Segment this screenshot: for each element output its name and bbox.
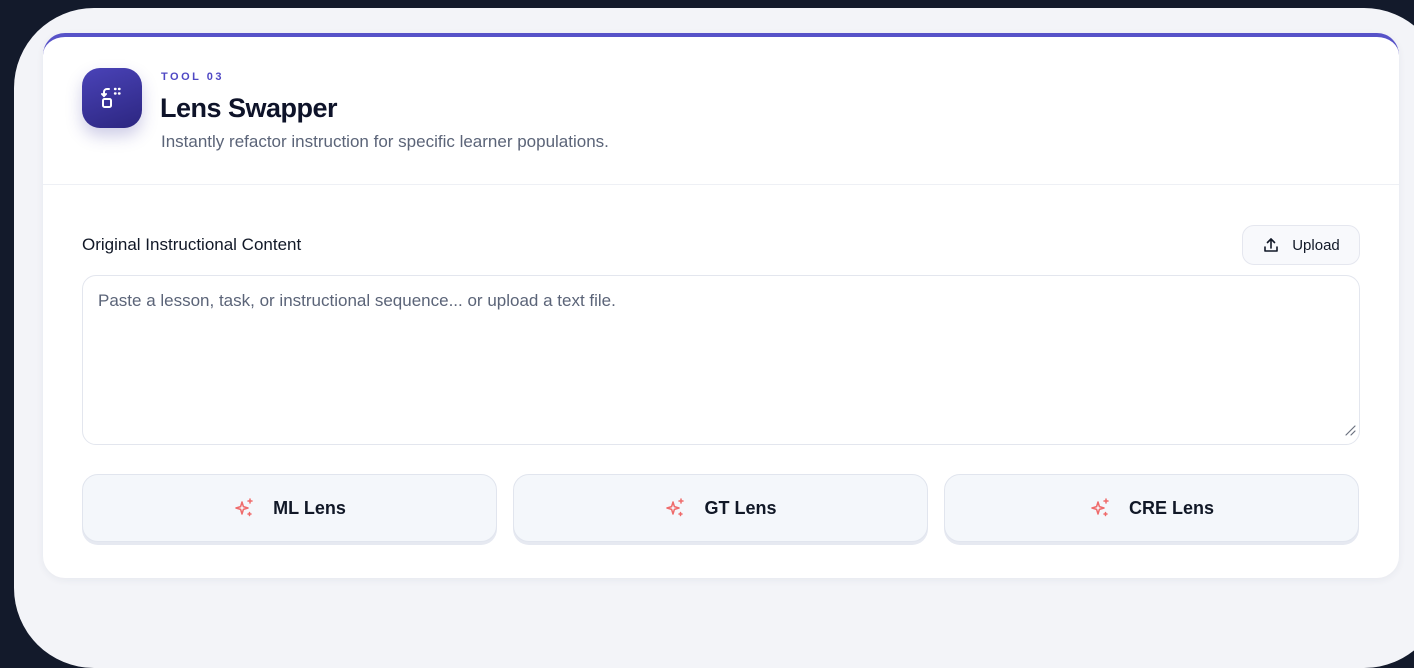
content-field-label: Original Instructional Content [82,235,302,254]
upload-button[interactable]: Upload [1242,225,1360,265]
gt-lens-button[interactable]: GT Lens [513,474,928,542]
lens-button-label: GT Lens [704,497,777,518]
page-subtitle: Instantly refactor instruction for speci… [161,132,609,151]
lens-button-label: ML Lens [273,497,346,518]
content-textarea-wrapper [82,275,1360,445]
page-title: Lens Swapper [160,93,338,123]
lens-swapper-card: TOOL 03 Lens Swapper Instantly refactor … [43,33,1399,578]
cre-lens-button[interactable]: CRE Lens [944,474,1359,542]
content-textarea[interactable] [83,276,1359,444]
upload-button-label: Upload [1292,236,1340,254]
sparkles-icon [1089,497,1111,519]
resize-handle-icon[interactable] [1344,423,1356,441]
sparkles-icon [664,497,686,519]
tool-header: TOOL 03 Lens Swapper Instantly refactor … [43,37,1399,185]
sparkles-icon [233,497,255,519]
ml-lens-button[interactable]: ML Lens [82,474,497,542]
lens-swap-icon [82,68,142,128]
tool-tag: TOOL 03 [161,71,224,83]
upload-icon [1262,236,1280,254]
lens-button-label: CRE Lens [1128,497,1215,518]
